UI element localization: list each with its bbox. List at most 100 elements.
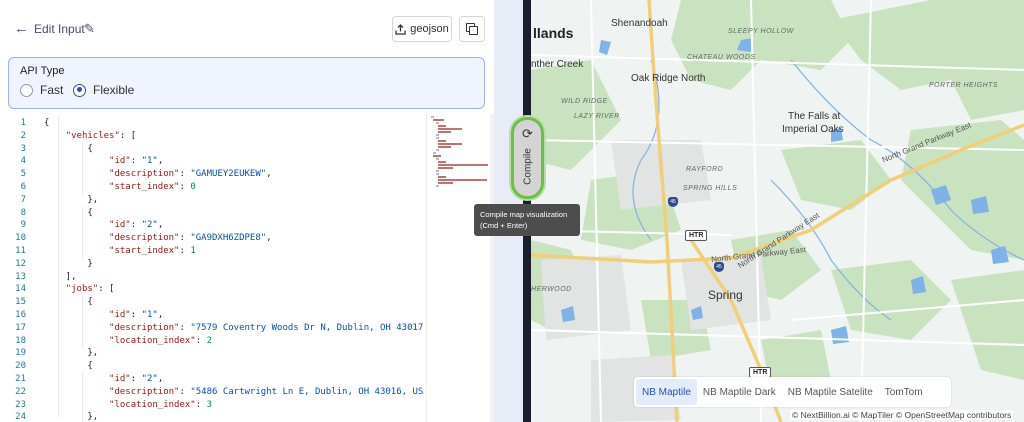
- map-label: Spring: [708, 288, 743, 302]
- line-number: 11: [15, 246, 26, 256]
- json-editor[interactable]: 1 2 3 4 5 6 7 8 9 10 11 12 13 14 15 16 17 18 19 20 21 22 23 24 …: [0, 114, 494, 422]
- line-number: 17: [15, 322, 26, 333]
- interstate-shield: 45: [668, 197, 678, 207]
- map-label: LAZY RIVER: [574, 113, 620, 120]
- code-line: },: [44, 412, 99, 422]
- radio-flexible[interactable]: Flexible: [73, 83, 134, 97]
- indent-guide: [82, 296, 83, 348]
- input-panel: ← Edit Input ✎ geojson API Type Fast Fle…: [0, 0, 494, 422]
- code-line: "id": "2",: [109, 374, 164, 384]
- line-number: 8: [20, 207, 26, 218]
- radio-circle[interactable]: [73, 83, 86, 97]
- line-number-gutter: 1 2 3 4 5 6 7 8 9 10 11 12 13 14 15 16 17 18 19 20 21 22 23 24: [0, 114, 34, 422]
- map-label: Imperial Oaks: [782, 124, 844, 135]
- map-label: Shenandoah: [611, 18, 668, 29]
- code-line: "jobs": [: [65, 284, 115, 295]
- line-number: 18: [15, 335, 26, 346]
- indent-guide: [82, 373, 83, 422]
- minimap-line: [438, 128, 463, 130]
- code-line: "location_index": 3: [109, 399, 212, 410]
- line-number: 20: [15, 361, 26, 372]
- api-type-title: API Type: [20, 65, 65, 77]
- panel-header: ← Edit Input ✎ geojson: [0, 0, 494, 56]
- compile-tooltip: Compile map visualization (Cmd + Enter): [474, 204, 580, 236]
- radio-circle[interactable]: [20, 83, 33, 97]
- line-number: 16: [15, 310, 26, 320]
- basemap-nb-maptile-dark[interactable]: NB Maptile Dark: [697, 379, 782, 405]
- map-label: RAYFORD: [686, 166, 724, 173]
- code-line: "start_index": 0: [109, 182, 196, 192]
- minimap-line: [438, 161, 447, 163]
- geojson-label: geojson: [410, 23, 449, 35]
- code-line: "description": "GA9DXH6ZDPE8",: [109, 233, 272, 244]
- page-title: Edit Input: [34, 22, 85, 36]
- basemap-nb-maptile[interactable]: NB Maptile: [636, 379, 697, 405]
- code-line: "id": "2",: [109, 220, 164, 231]
- tooltip-line: Compile map visualization: [480, 210, 568, 219]
- compile-button[interactable]: ⟳ Compile: [511, 117, 544, 199]
- code-line: "description": "5486 Cartwright Ln E, Du…: [109, 386, 424, 397]
- map-label: nther Creek: [531, 59, 584, 70]
- minimap-line: [438, 179, 487, 181]
- code-line: "id": "1",: [109, 310, 164, 320]
- code-line: },: [44, 348, 99, 359]
- minimap-line: [435, 137, 439, 139]
- minimap-line: [438, 167, 454, 169]
- map-label: The Falls at: [788, 111, 841, 122]
- tooltip-line: (Cmd + Enter): [480, 221, 528, 230]
- minimap-line: [438, 125, 447, 127]
- minimap-line: [435, 149, 439, 151]
- map-label: llands: [533, 25, 574, 41]
- code-line: {: [44, 297, 93, 308]
- minimap-line: [435, 122, 439, 124]
- minimap-line: [438, 140, 447, 142]
- minimap-line: [438, 164, 488, 166]
- map-label: HERWOOD: [531, 286, 572, 293]
- arrow-left-icon[interactable]: ←: [14, 20, 29, 37]
- code-line: "location_index": 2: [109, 335, 212, 346]
- radio-label: Flexible: [93, 83, 135, 97]
- upload-icon: [395, 23, 406, 35]
- geojson-button[interactable]: geojson: [392, 16, 452, 42]
- copy-icon: [466, 23, 478, 35]
- code-line: {: [44, 361, 93, 372]
- line-number: 14: [15, 284, 26, 295]
- minimap-line: [435, 158, 439, 160]
- basemap-switcher: NB Maptile NB Maptile Dark NB Maptile Sa…: [634, 377, 951, 407]
- map-attribution[interactable]: © NextBillion.ai © MapTiler © OpenStreet…: [790, 410, 1014, 420]
- minimap-line: [438, 176, 447, 178]
- minimap-line: [438, 143, 463, 145]
- line-number: 7: [20, 194, 26, 205]
- indent-guide: [58, 117, 59, 417]
- editor-minimap[interactable]: [426, 114, 490, 422]
- code-line: "id": "1",: [109, 156, 164, 167]
- pencil-icon[interactable]: ✎: [84, 21, 95, 37]
- copy-button[interactable]: [459, 16, 485, 42]
- map-label: WILD RIDGE: [561, 98, 608, 105]
- radio-fast[interactable]: Fast: [20, 83, 63, 97]
- map-label: SLEEPY HOLLOW: [728, 28, 794, 35]
- minimap-line: [438, 131, 451, 133]
- code-line: ],: [44, 271, 77, 282]
- code-area[interactable]: { "vehicles": [ { "id": "1", "descriptio…: [44, 114, 424, 422]
- interstate-shield: 45: [714, 262, 724, 272]
- indent-guide: [82, 206, 83, 258]
- minimap-line: [435, 185, 439, 187]
- line-number: 12: [15, 258, 26, 269]
- basemap-tomtom[interactable]: TomTom: [879, 379, 929, 405]
- code-line: "description": "GAMUEY2EUKEW",: [109, 169, 272, 180]
- line-number: 21: [15, 374, 26, 384]
- code-line: {: [44, 118, 50, 128]
- minimap-line: [438, 182, 454, 184]
- basemap-nb-maptile-satelite[interactable]: NB Maptile Satelite: [782, 379, 879, 405]
- line-number: 24: [15, 412, 26, 422]
- map-canvas[interactable]: llands Shenandoah SLEEPY HOLLOW CHATEAU …: [531, 0, 1024, 422]
- code-line: {: [44, 143, 93, 154]
- code-line: "description": "7579 Coventry Woods Dr N…: [109, 322, 424, 333]
- compile-label: Compile: [522, 148, 533, 185]
- map-label: Oak Ridge North: [631, 73, 706, 84]
- map-tiles: [531, 0, 1024, 422]
- code-line: "start_index": 1: [109, 246, 196, 256]
- minimap-line: [435, 134, 439, 136]
- line-number: 13: [15, 271, 26, 282]
